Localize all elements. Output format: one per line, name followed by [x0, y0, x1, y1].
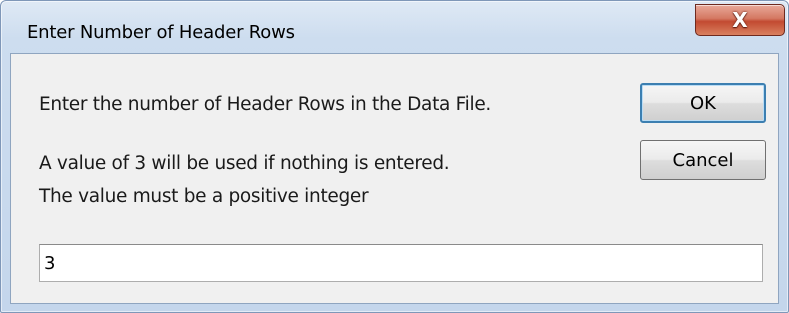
- close-button[interactable]: X: [695, 4, 785, 36]
- dialog-window: Enter Number of Header Rows X Enter the …: [0, 0, 789, 313]
- default-value-note: A value of 3 will be used if nothing is …: [39, 153, 450, 174]
- dialog-body: Enter the number of Header Rows in the D…: [10, 53, 779, 304]
- prompt-text: Enter the number of Header Rows in the D…: [39, 94, 491, 115]
- window-title: Enter Number of Header Rows: [27, 22, 295, 43]
- title-bar[interactable]: Enter Number of Header Rows X: [1, 1, 788, 51]
- constraint-note: The value must be a positive integer: [39, 186, 369, 207]
- ok-button[interactable]: OK: [640, 83, 766, 123]
- header-rows-input[interactable]: [39, 244, 763, 282]
- close-icon: X: [732, 8, 748, 32]
- cancel-button[interactable]: Cancel: [640, 140, 766, 180]
